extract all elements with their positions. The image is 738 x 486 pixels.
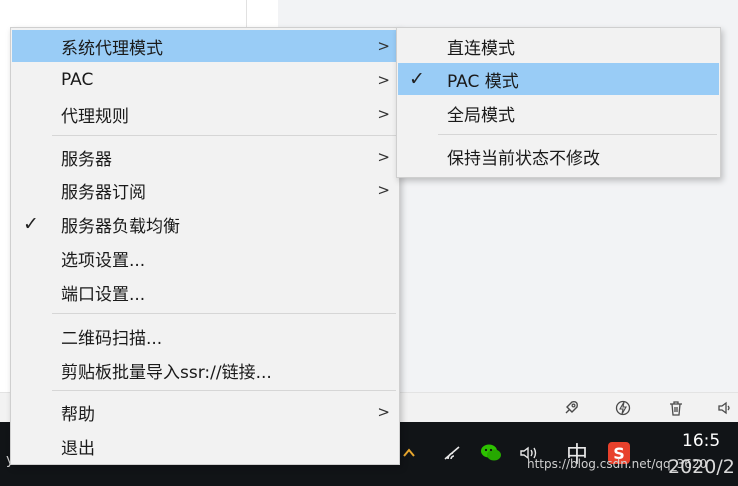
chevron-right-icon: > xyxy=(377,37,390,55)
submenu-item-keep-state[interactable]: 保持当前状态不修改 xyxy=(398,140,719,172)
wechat-icon[interactable] xyxy=(478,438,504,468)
checkmark-icon: ✓ xyxy=(23,213,39,235)
taskbar-date[interactable]: 2020/2 xyxy=(668,455,738,479)
checkmark-icon: ✓ xyxy=(409,68,425,90)
chevron-right-icon: > xyxy=(377,105,390,123)
menu-item-port-settings[interactable]: 端口设置... xyxy=(12,276,398,308)
lightning-circle-icon[interactable] xyxy=(610,393,636,423)
menu-separator xyxy=(52,313,396,314)
menu-item-label: 端口设置... xyxy=(61,284,146,305)
submenu-item-pac-mode[interactable]: ✓ PAC 模式 xyxy=(398,63,719,95)
menu-item-label: 保持当前状态不修改 xyxy=(447,148,600,169)
menu-item-label: 帮助 xyxy=(61,404,95,425)
menu-item-label: 选项设置... xyxy=(61,250,146,271)
chevron-right-icon: > xyxy=(377,181,390,199)
menu-item-label: 服务器 xyxy=(61,149,112,170)
menu-item-system-proxy-mode[interactable]: 系统代理模式 > xyxy=(12,30,398,62)
menu-item-proxy-rules[interactable]: 代理规则 > xyxy=(12,98,398,130)
menu-separator xyxy=(438,134,717,135)
taskbar-time[interactable]: 16:5 xyxy=(682,430,738,452)
chevron-right-icon: > xyxy=(377,148,390,166)
menu-item-label: PAC xyxy=(61,70,94,90)
menu-item-label: 剪贴板批量导入ssr://链接... xyxy=(61,362,272,383)
menu-item-load-balance[interactable]: ✓ 服务器负载均衡 xyxy=(12,208,398,240)
chevron-right-icon: > xyxy=(377,71,390,89)
window-divider xyxy=(246,0,247,28)
menu-separator xyxy=(52,135,396,136)
speaker-icon[interactable] xyxy=(712,393,738,423)
menu-item-label: 二维码扫描... xyxy=(61,328,163,349)
menu-item-exit[interactable]: 退出 xyxy=(12,430,398,462)
menu-item-label: 直连模式 xyxy=(447,38,515,59)
menu-item-server-subscription[interactable]: 服务器订阅 > xyxy=(12,174,398,206)
menu-item-pac[interactable]: PAC > xyxy=(12,64,398,96)
proxy-mode-submenu: 直连模式 ✓ PAC 模式 全局模式 保持当前状态不修改 xyxy=(396,27,721,178)
menu-item-label: 退出 xyxy=(61,438,95,459)
menu-item-label: 服务器负载均衡 xyxy=(61,216,180,237)
menu-item-options[interactable]: 选项设置... xyxy=(12,242,398,274)
menu-item-label: 系统代理模式 xyxy=(61,38,163,59)
submenu-item-direct[interactable]: 直连模式 xyxy=(398,30,719,62)
menu-item-label: PAC 模式 xyxy=(447,71,519,92)
menu-item-label: 全局模式 xyxy=(447,105,515,126)
chevron-right-icon: > xyxy=(377,403,390,421)
tray-context-menu: 系统代理模式 > PAC > 代理规则 > 服务器 > 服务器订阅 > ✓ 服务… xyxy=(10,27,400,465)
menu-item-help[interactable]: 帮助 > xyxy=(12,396,398,428)
menu-item-clipboard-import[interactable]: 剪贴板批量导入ssr://链接... xyxy=(12,354,398,386)
trash-icon[interactable] xyxy=(663,393,689,423)
submenu-item-global[interactable]: 全局模式 xyxy=(398,97,719,129)
menu-item-label: 服务器订阅 xyxy=(61,182,146,203)
menu-separator xyxy=(52,390,396,391)
chevron-up-icon[interactable] xyxy=(398,438,420,468)
menu-item-qr-scan[interactable]: 二维码扫描... xyxy=(12,320,398,352)
menu-item-servers[interactable]: 服务器 > xyxy=(12,141,398,173)
wifi-icon[interactable] xyxy=(440,438,464,468)
rocket-icon[interactable] xyxy=(558,393,584,423)
menu-item-label: 代理规则 xyxy=(61,106,129,127)
